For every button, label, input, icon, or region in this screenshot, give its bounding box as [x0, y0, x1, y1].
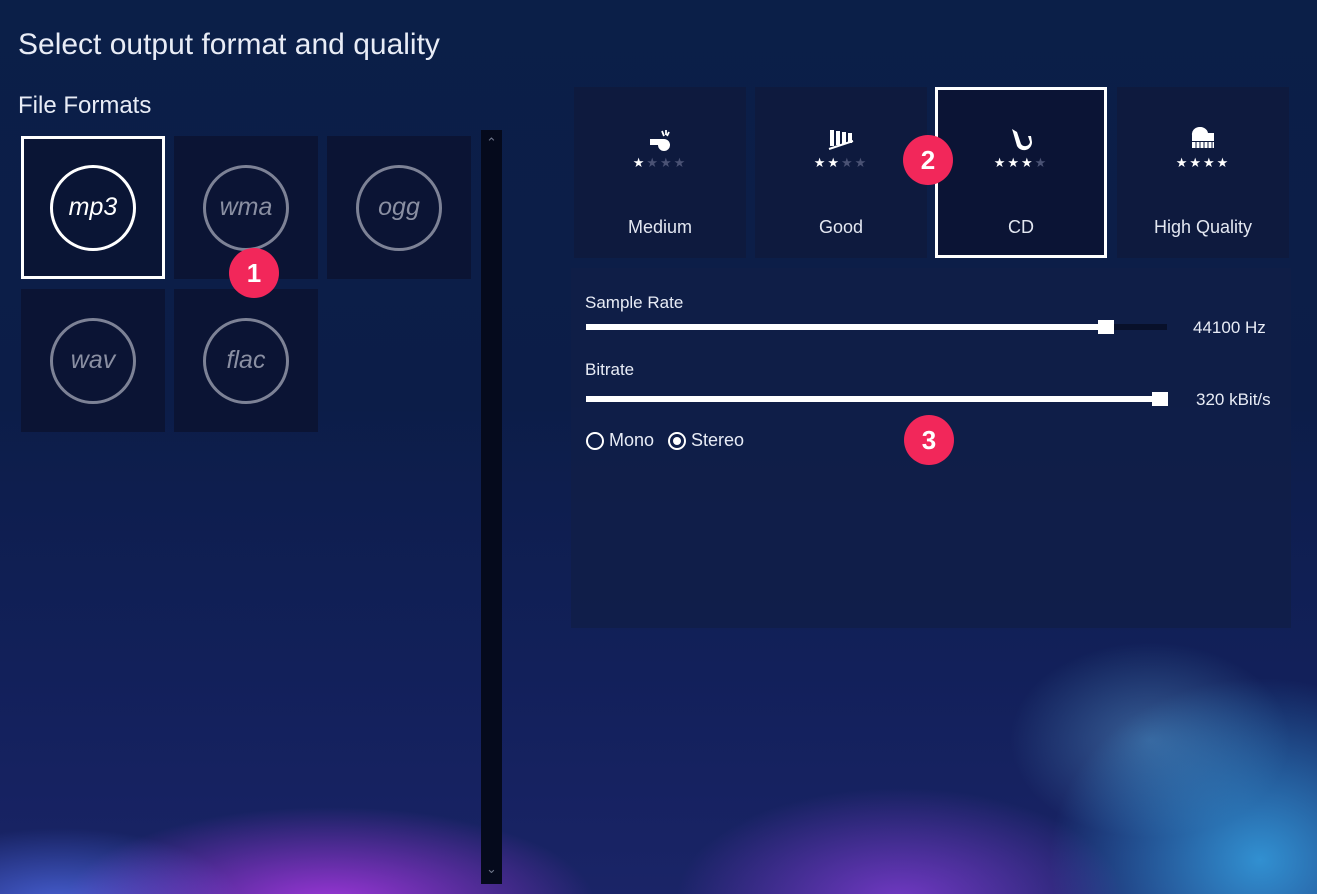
sample-rate-value: 44100 Hz [1193, 318, 1266, 337]
format-label: ogg [378, 193, 420, 221]
quality-label: Medium [627, 217, 693, 237]
page-title: Select output format and quality [18, 28, 440, 61]
format-circle-icon: wma [203, 164, 289, 251]
sample-rate-label: Sample Rate [585, 293, 684, 312]
bitrate-value: 320 kBit/s [1196, 390, 1271, 409]
bitrate-thumb[interactable] [1152, 392, 1168, 406]
stereo-radio[interactable] [668, 431, 687, 450]
format-tile-wav[interactable]: wav [21, 289, 165, 432]
file-formats-heading: File Formats [18, 92, 152, 119]
channel-radio-group: Mono Stereo [586, 430, 758, 451]
format-circle-icon: flac [203, 317, 289, 404]
mono-radio[interactable] [586, 431, 604, 450]
annotation-badge-1: 1 [229, 248, 279, 298]
quality-label: CD [1008, 217, 1034, 237]
bitrate-fill [586, 396, 1161, 402]
mono-label[interactable]: Mono [609, 430, 654, 451]
star-rating: ★★★★ [813, 155, 869, 170]
scroll-up-icon[interactable]: ⌃ [481, 132, 502, 154]
scroll-down-icon[interactable]: ⌄ [481, 858, 502, 880]
quality-label: Good [818, 217, 864, 237]
bitrate-label: Bitrate [585, 360, 635, 379]
format-tile-ogg[interactable]: ogg [327, 136, 471, 279]
star-rating: ★★★★ [632, 155, 688, 170]
quality-tile-medium[interactable]: ★★★★ Medium [574, 87, 746, 258]
format-label: flac [226, 346, 266, 374]
sample-rate-thumb[interactable] [1098, 320, 1114, 334]
quality-tile-high-quality[interactable]: ★★★★ High Quality [1117, 87, 1289, 258]
bitrate-slider[interactable] [586, 392, 1168, 406]
quality-label: High Quality [1153, 217, 1253, 237]
format-tile-mp3[interactable]: mp3 [21, 136, 165, 279]
stereo-label[interactable]: Stereo [691, 430, 744, 451]
quality-tile-cd[interactable]: ★★★★ CD [935, 87, 1107, 258]
format-tile-flac[interactable]: flac [174, 289, 318, 432]
sample-rate-fill [586, 324, 1105, 330]
format-circle-icon: wav [50, 317, 136, 404]
star-rating: ★★★★ [993, 155, 1049, 170]
quality-tile-good[interactable]: ★★★★ Good [755, 87, 927, 258]
format-label: wav [70, 346, 116, 374]
annotation-badge-2: 2 [903, 135, 953, 185]
format-circle-icon: ogg [356, 164, 442, 251]
format-label: mp3 [68, 193, 118, 221]
annotation-badge-3: 3 [904, 415, 954, 465]
sample-rate-slider[interactable] [586, 320, 1167, 334]
star-rating: ★★★★ [1175, 155, 1231, 170]
formats-scrollbar[interactable]: ⌃ ⌄ [481, 130, 502, 884]
format-circle-icon: mp3 [50, 164, 136, 251]
format-label: wma [219, 193, 273, 221]
piano-icon [1117, 126, 1289, 157]
